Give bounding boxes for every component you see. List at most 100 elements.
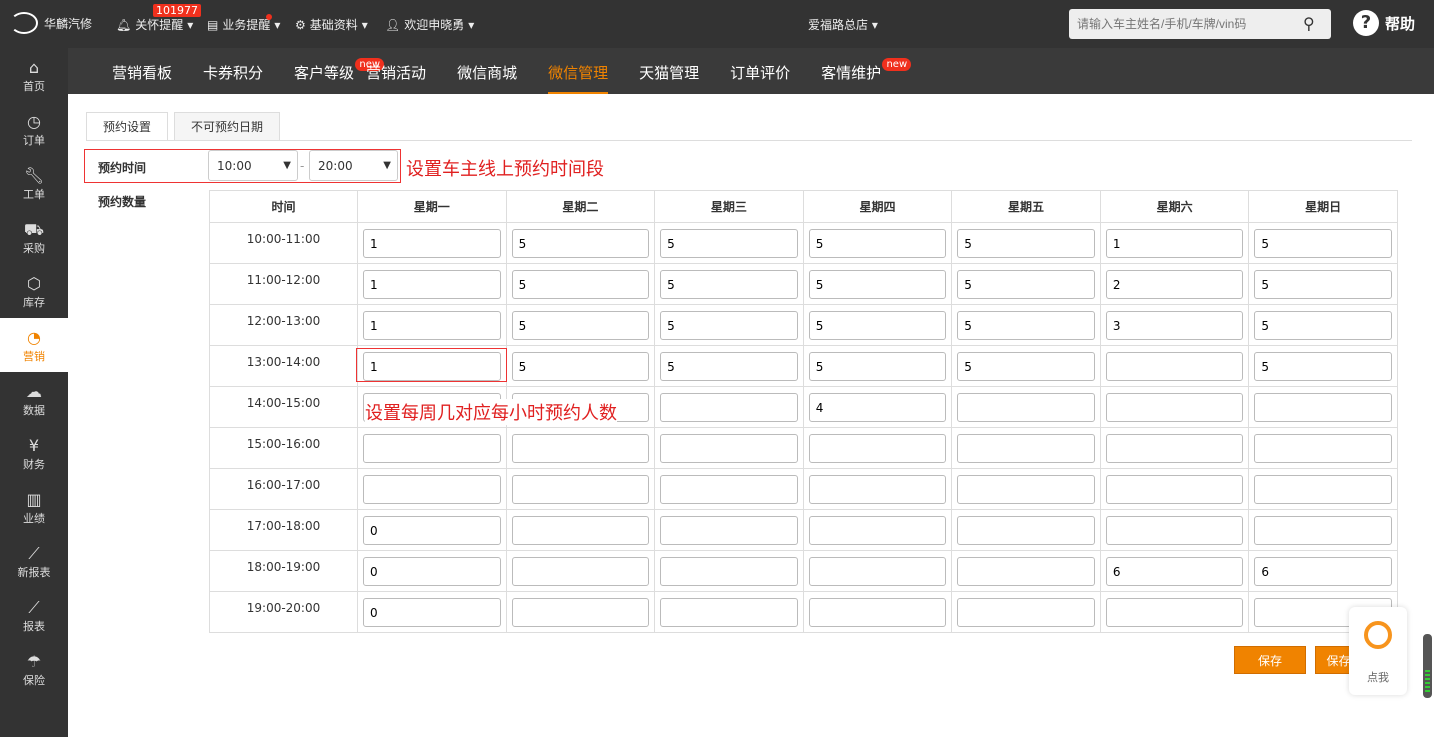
nav-item[interactable]: 订单评价 <box>730 48 790 94</box>
sidebar-item[interactable]: ⛟ 采购 <box>0 210 68 264</box>
menu-basic-data[interactable]: ⚙ 基础资料 ▾ <box>295 16 368 33</box>
search-icon[interactable]: ⚲ <box>1303 14 1315 33</box>
sidebar-item[interactable]: ⌂ 首页 <box>0 48 68 102</box>
start-time-select[interactable]: 10:00 ▼ <box>208 150 298 181</box>
sidebar-item[interactable]: ⟋ 新报表 <box>0 534 68 588</box>
count-input[interactable] <box>957 393 1095 422</box>
count-input[interactable] <box>808 557 947 586</box>
count-input[interactable] <box>808 352 947 381</box>
nav-item[interactable]: 营销活动 <box>366 48 426 94</box>
count-input[interactable] <box>511 598 650 627</box>
sidebar-item[interactable]: 🔧︎ 工单 <box>0 156 68 210</box>
count-input[interactable] <box>1105 352 1244 381</box>
nav-item[interactable]: 微信商城 <box>457 48 517 94</box>
count-input[interactable] <box>660 393 798 422</box>
help-button[interactable]: ? 帮助 <box>1353 10 1415 36</box>
count-input[interactable] <box>660 598 798 627</box>
nav-item[interactable]: 营销看板 <box>112 48 172 94</box>
count-input[interactable] <box>808 393 947 422</box>
count-input[interactable] <box>511 229 650 258</box>
count-input[interactable] <box>660 516 798 545</box>
count-input[interactable] <box>511 270 650 299</box>
count-input[interactable] <box>957 434 1095 463</box>
menu-care-reminder[interactable]: 🔔︎ 关怀提醒 ▾ <box>116 16 193 33</box>
store-selector[interactable]: 爱福路总店 ▾ <box>808 16 878 33</box>
customer-service-widget[interactable]: 点我 <box>1349 607 1407 695</box>
logo[interactable]: 华麟汽修 <box>10 12 92 34</box>
count-input[interactable] <box>808 229 947 258</box>
count-input[interactable] <box>808 475 947 504</box>
tab-unavailable-dates[interactable]: 不可预约日期 <box>174 112 281 141</box>
count-input[interactable] <box>363 229 501 258</box>
count-input[interactable] <box>808 516 947 545</box>
nav-item[interactable]: 卡券积分 <box>203 48 263 94</box>
save-button[interactable]: 保存 <box>1234 646 1306 674</box>
count-input[interactable] <box>660 229 798 258</box>
count-input[interactable] <box>363 270 501 299</box>
count-input[interactable] <box>957 352 1095 381</box>
count-input[interactable] <box>1105 229 1244 258</box>
count-input[interactable] <box>957 557 1095 586</box>
count-input[interactable] <box>363 557 501 586</box>
count-input[interactable] <box>660 311 798 340</box>
count-input[interactable] <box>511 557 650 586</box>
end-time-select[interactable]: 20:00 ▼ <box>309 150 398 181</box>
count-input[interactable] <box>1105 557 1244 586</box>
count-input[interactable] <box>1254 475 1392 504</box>
count-input[interactable] <box>660 475 798 504</box>
count-input[interactable] <box>957 598 1095 627</box>
count-input[interactable] <box>511 434 650 463</box>
count-input[interactable] <box>1105 475 1244 504</box>
count-input[interactable] <box>363 434 501 463</box>
sidebar-item[interactable]: ▥ 业绩 <box>0 480 68 534</box>
count-input[interactable] <box>957 270 1095 299</box>
count-input[interactable] <box>1105 434 1244 463</box>
count-input[interactable] <box>1105 598 1244 627</box>
count-input[interactable] <box>511 475 650 504</box>
count-input[interactable] <box>1105 270 1244 299</box>
count-input[interactable] <box>1254 270 1392 299</box>
sidebar-item[interactable]: ☂ 保险 <box>0 642 68 696</box>
count-input[interactable] <box>363 311 501 340</box>
sidebar-item[interactable]: ⟋ 报表 <box>0 588 68 642</box>
count-input[interactable] <box>511 516 650 545</box>
count-input[interactable] <box>808 270 947 299</box>
count-input[interactable] <box>363 598 501 627</box>
count-input[interactable] <box>808 311 947 340</box>
sidebar-item[interactable]: ☁ 数据 <box>0 372 68 426</box>
sidebar-item[interactable]: ¥ 财务 <box>0 426 68 480</box>
sidebar-item[interactable]: ◔ 营销 <box>0 318 68 372</box>
nav-item[interactable]: 微信管理 <box>548 48 609 94</box>
count-input[interactable] <box>957 311 1095 340</box>
count-input[interactable] <box>957 475 1095 504</box>
count-input[interactable] <box>1254 311 1392 340</box>
count-input[interactable] <box>808 434 947 463</box>
count-input[interactable] <box>1105 311 1244 340</box>
count-input[interactable] <box>957 516 1095 545</box>
count-input[interactable] <box>660 270 798 299</box>
scrollbar[interactable] <box>1423 634 1432 698</box>
tab-booking-settings[interactable]: 预约设置 <box>86 112 169 141</box>
count-input[interactable] <box>660 352 798 381</box>
count-input[interactable] <box>957 229 1095 258</box>
count-input[interactable] <box>1254 557 1392 586</box>
sidebar-item[interactable]: ⬡ 库存 <box>0 264 68 318</box>
nav-item[interactable]: 客情维护 new <box>821 48 912 94</box>
count-input[interactable] <box>1254 434 1392 463</box>
count-input[interactable] <box>1254 393 1392 422</box>
count-input[interactable] <box>808 598 947 627</box>
count-input[interactable] <box>660 434 798 463</box>
search-input[interactable] <box>1069 9 1331 39</box>
count-input[interactable] <box>660 557 798 586</box>
count-input[interactable] <box>1254 229 1392 258</box>
nav-item[interactable]: 客户等级 new <box>294 48 385 94</box>
count-input[interactable] <box>1254 352 1392 381</box>
count-input[interactable] <box>363 475 501 504</box>
count-input[interactable] <box>1105 516 1244 545</box>
sidebar-item[interactable]: ◷ 订单 <box>0 102 68 156</box>
menu-user[interactable]: 👤︎ 欢迎申晓勇 ▾ <box>385 16 474 33</box>
count-input[interactable] <box>1254 516 1392 545</box>
count-input[interactable] <box>1105 393 1244 422</box>
count-input[interactable] <box>511 311 650 340</box>
count-input[interactable] <box>511 352 650 381</box>
